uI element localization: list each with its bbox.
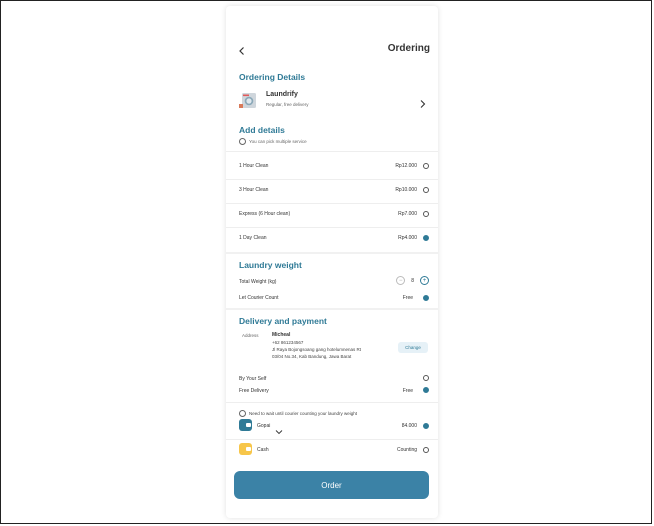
chevron-left-icon	[239, 47, 244, 55]
laundry-machine-icon	[239, 90, 259, 110]
delivery-payment-title: Delivery and payment	[239, 316, 327, 326]
service-radio[interactable]	[423, 187, 429, 193]
wallet-icon	[239, 419, 252, 431]
laundry-weight-title: Laundry weight	[239, 260, 302, 270]
cash-radio[interactable]	[423, 447, 429, 453]
service-label: 1 Day Clean	[239, 235, 267, 241]
cash-row[interactable]: Cash Counting	[239, 443, 429, 457]
address-line2: 03/04 No.34, Kab Bandung, Jawa Barat	[272, 354, 352, 359]
service-price: Rp4.000	[398, 235, 417, 241]
chevron-right-icon	[419, 96, 427, 114]
service-row[interactable]: 1 Day Clean Rp4.000	[239, 232, 429, 246]
add-details-info-text: You can pick multiple service	[249, 139, 307, 144]
cash-value: Counting	[396, 447, 417, 453]
order-button[interactable]: Order	[234, 471, 429, 499]
info-icon	[239, 410, 246, 417]
customer-name: Micheal	[272, 332, 291, 338]
cash-wallet-icon	[239, 443, 252, 455]
gopay-row[interactable]: Gopai 84.000	[239, 419, 429, 435]
gopay-label: Gopai	[257, 423, 271, 429]
laundry-sub: Regular, free delivery	[266, 102, 309, 107]
service-row[interactable]: Express (6 Hour clean) Rp7.000	[239, 208, 429, 222]
free-delivery-value: Free	[402, 388, 413, 394]
service-price: Rp7.000	[398, 211, 417, 217]
address-line1: Jl Raya Bojongsoang gang hotelumnenas Rt	[272, 347, 362, 352]
chevron-down-icon[interactable]	[275, 422, 283, 440]
courier-count-label: Let Courier Count	[239, 295, 279, 301]
ordering-details-title: Ordering Details	[239, 72, 306, 82]
phone-screen: Ordering Ordering Details Laundrify Regu…	[226, 6, 438, 518]
page-title: Ordering	[387, 43, 430, 54]
service-row[interactable]: 1 Hour Clean Rp12.000	[239, 160, 429, 174]
change-address-button[interactable]: Change	[398, 342, 428, 353]
payment-info-text: Need to wait until courier counting your…	[249, 411, 358, 416]
by-yourself-label: By Your Self	[239, 376, 267, 382]
plus-button[interactable]: +	[420, 276, 429, 285]
total-weight-label: Total Weight (kg)	[239, 279, 277, 285]
laundry-card[interactable]: Laundrify Regular, free delivery	[239, 88, 429, 114]
gopay-value: 84.000	[401, 423, 417, 429]
service-price: Rp10.000	[395, 187, 417, 193]
service-price: Rp12.000	[395, 163, 417, 169]
service-radio[interactable]	[423, 163, 429, 169]
service-radio-selected[interactable]	[423, 235, 429, 241]
service-row[interactable]: 3 Hour Clean Rp10.000	[239, 184, 429, 198]
add-details-info: You can pick multiple service	[239, 138, 307, 145]
courier-count-value: Free	[402, 295, 413, 301]
gopay-radio[interactable]	[423, 423, 429, 429]
service-label: 3 Hour Clean	[239, 187, 269, 193]
back-button[interactable]	[237, 43, 247, 55]
cash-label: Cash	[257, 447, 269, 453]
payment-info: Need to wait until courier counting your…	[239, 410, 357, 417]
weight-stepper: − 8 +	[396, 276, 429, 285]
courier-count-radio[interactable]	[423, 295, 429, 301]
free-delivery-label: Free Delivery	[239, 388, 269, 394]
service-label: Express (6 Hour clean)	[239, 211, 291, 217]
service-label: 1 Hour Clean	[239, 163, 269, 169]
info-icon	[239, 138, 246, 145]
customer-phone: +62 861234567	[272, 340, 304, 345]
laundry-name: Laundrify	[266, 91, 298, 98]
weight-value: 8	[411, 277, 414, 284]
by-yourself-radio[interactable]	[423, 375, 429, 381]
add-details-title: Add details	[239, 125, 285, 135]
minus-button[interactable]: −	[396, 276, 406, 285]
service-radio[interactable]	[423, 211, 429, 217]
address-label: Address	[242, 333, 259, 338]
free-delivery-radio[interactable]	[423, 387, 429, 393]
